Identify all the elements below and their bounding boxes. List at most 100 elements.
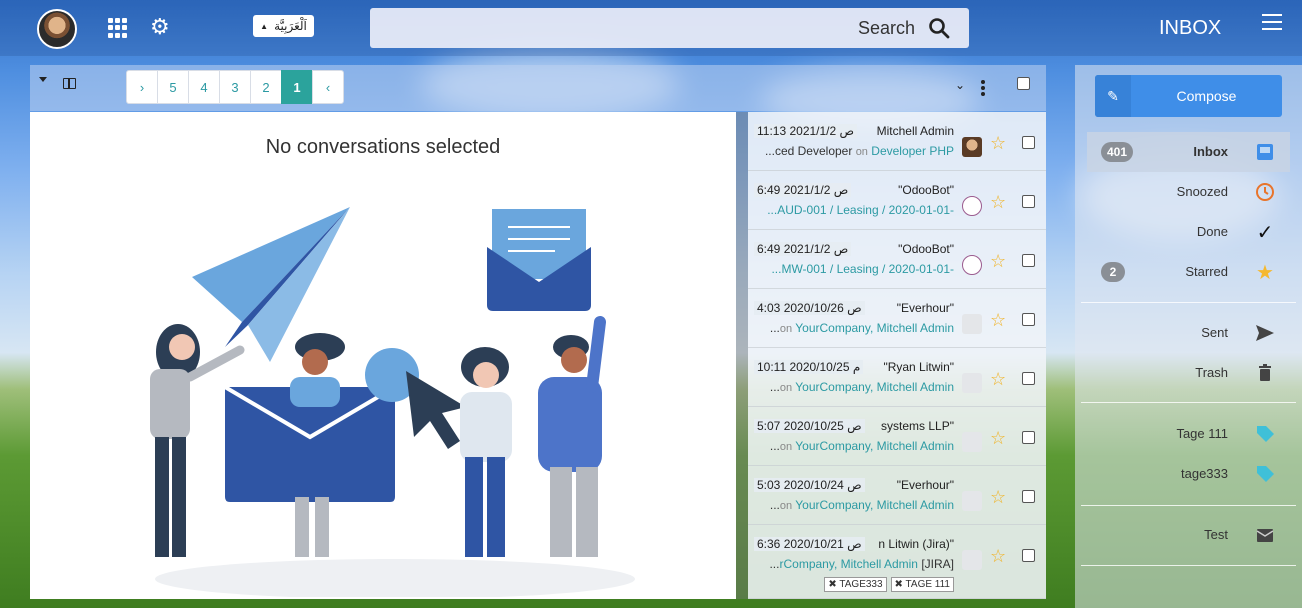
hamburger-menu-icon[interactable] [1262, 14, 1282, 30]
subject-on: on [779, 500, 793, 512]
star-outline-icon[interactable]: ☆ [990, 251, 1006, 272]
pager-page-2[interactable]: 2 [250, 70, 282, 104]
compose-button[interactable]: ✎ Compose [1095, 75, 1282, 117]
sidebar-item-snoozed[interactable]: Snoozed [1087, 172, 1290, 212]
split-view-icon[interactable] [63, 78, 76, 89]
row-checkbox[interactable] [1022, 549, 1035, 562]
select-all-checkbox[interactable] [1017, 77, 1030, 90]
message-row[interactable]: 11:13 2021/1/2 ص Mitchell Admin ...ced D… [748, 112, 1046, 171]
more-options-icon[interactable] [981, 80, 985, 96]
subject-link[interactable]: YourCompany, Mitchell Admin [795, 380, 954, 394]
sidebar-item-trash[interactable]: Trash [1087, 353, 1290, 393]
star-outline-icon[interactable]: ☆ [990, 133, 1006, 154]
sidebar-item-test[interactable]: Test [1087, 515, 1290, 555]
message-row[interactable]: 6:36 2020/10/21 ص n Litwin (Jira)" ...rC… [748, 525, 1046, 599]
sidebar-item-done[interactable]: Done ✓ [1087, 212, 1290, 252]
message-sender: Mitchell Admin [876, 124, 954, 138]
subject-prefix: ... [769, 557, 780, 571]
star-outline-icon[interactable]: ☆ [990, 428, 1006, 449]
pager-next[interactable]: › [126, 70, 158, 104]
search-bar[interactable]: Search [370, 8, 969, 48]
search-icon[interactable] [927, 16, 951, 40]
row-checkbox[interactable] [1022, 136, 1035, 149]
star-outline-icon[interactable]: ☆ [990, 310, 1006, 331]
pager-page-1[interactable]: 1 [281, 70, 313, 104]
row-checkbox[interactable] [1022, 313, 1035, 326]
sidebar-item-tage333[interactable]: tage333 [1087, 454, 1290, 494]
message-subject: ...rCompany, Mitchell Admin [JIRA] [769, 557, 954, 571]
row-checkbox[interactable] [1022, 372, 1035, 385]
odoobot-avatar [962, 196, 982, 216]
tag-list: ✖ TAGE333 ✖ TAGE 111 [824, 577, 954, 592]
caret-down-icon[interactable] [39, 77, 47, 82]
pager-page-5[interactable]: 5 [157, 70, 189, 104]
subject-link[interactable]: YourCompany, Mitchell Admin [795, 439, 954, 453]
pager-page-3[interactable]: 3 [219, 70, 251, 104]
pagination: › 5 4 3 2 1 ‹ [126, 70, 344, 104]
subject-suffix: [JIRA] [917, 557, 954, 571]
message-row[interactable]: 4:03 2020/10/26 ص "Everhour" ...on YourC… [748, 289, 1046, 348]
subject-link[interactable]: YourCompany, Mitchell Admin [795, 498, 954, 512]
inbox-icon [1254, 141, 1276, 163]
subject-link[interactable]: Developer PHP [871, 144, 954, 158]
message-list: 11:13 2021/1/2 ص Mitchell Admin ...ced D… [748, 112, 1046, 599]
user-avatar[interactable] [37, 9, 77, 49]
star-outline-icon[interactable]: ☆ [990, 369, 1006, 390]
message-date: 5:03 2020/10/24 ص [754, 478, 865, 492]
sidebar-divider [1081, 565, 1296, 566]
sidebar: ✎ Compose 401 Inbox Snoozed Done ✓ 2 Sta… [1075, 65, 1302, 608]
message-row[interactable]: 5:07 2020/10/25 ص systems LLP" ...on You… [748, 407, 1046, 466]
message-sender: systems LLP" [881, 419, 954, 433]
main-panel: › 5 4 3 2 1 ‹ ⌄ No conversations selecte… [30, 65, 1046, 599]
subject-link[interactable]: rCompany, Mitchell Admin [779, 557, 918, 571]
subject-link[interactable]: YourCompany, Mitchell Admin [795, 321, 954, 335]
message-date: 4:03 2020/10/26 ص [754, 301, 865, 315]
top-bar: ⚙ ▲ اَلْعَرَبِيَّة Search INBOX [0, 0, 1302, 56]
sidebar-item-tage-111[interactable]: Tage 111 [1087, 414, 1290, 454]
subject-prefix: ... [769, 380, 780, 394]
subject-link[interactable]: ...AUD-001 / Leasing / 2020-01-01- [767, 203, 954, 217]
sidebar-item-label: Sent [1201, 325, 1228, 340]
row-checkbox[interactable] [1022, 254, 1035, 267]
message-sender: "OdooBot" [898, 183, 954, 197]
message-row[interactable]: 10:11 2020/10/25 م "Ryan Litwin" ...on Y… [748, 348, 1046, 407]
row-checkbox[interactable] [1022, 490, 1035, 503]
chevron-down-icon[interactable]: ⌄ [955, 78, 965, 92]
preview-pane: No conversations selected [30, 112, 736, 599]
pager-page-4[interactable]: 4 [188, 70, 220, 104]
message-date: 6:49 2021/1/2 ص [754, 242, 852, 256]
star-outline-icon[interactable]: ☆ [990, 546, 1006, 567]
language-label: اَلْعَرَبِيَّة [274, 19, 307, 33]
message-sender: n Litwin (Jira)" [878, 537, 954, 551]
page-title: INBOX [1159, 17, 1222, 39]
scrollbar[interactable] [736, 112, 748, 599]
tag-chip[interactable]: ✖ TAGE333 [824, 577, 887, 592]
tag-chip[interactable]: ✖ TAGE 111 [890, 577, 954, 592]
subject-link[interactable]: ...MW-001 / Leasing / 2020-01-01- [771, 262, 954, 276]
caret-up-icon: ▲ [260, 21, 269, 31]
message-subject: ...ced Developer on Developer PHP [765, 144, 954, 158]
row-checkbox[interactable] [1022, 431, 1035, 444]
subject-on: on [779, 382, 793, 394]
language-selector[interactable]: ▲ اَلْعَرَبِيَّة [253, 15, 314, 37]
sidebar-item-label: Snoozed [1176, 184, 1228, 199]
apps-grid-icon[interactable] [108, 18, 128, 38]
star-outline-icon[interactable]: ☆ [990, 192, 1006, 213]
sidebar-item-label: Inbox [1193, 144, 1228, 159]
message-row[interactable]: 5:03 2020/10/24 ص "Everhour" ...on YourC… [748, 466, 1046, 525]
sidebar-divider [1081, 302, 1296, 303]
sidebar-item-starred[interactable]: 2 Starred ★ [1087, 252, 1290, 292]
subject-prefix: ... [769, 439, 780, 453]
sidebar-item-inbox[interactable]: 401 Inbox [1087, 132, 1290, 172]
message-row[interactable]: 6:49 2021/1/2 ص "OdooBot" ...AUD-001 / L… [748, 171, 1046, 230]
clock-icon [1254, 181, 1276, 203]
message-row[interactable]: 6:49 2021/1/2 ص "OdooBot" ...MW-001 / Le… [748, 230, 1046, 289]
message-date: 10:11 2020/10/25 م [754, 360, 864, 374]
mailbox-icon [1254, 524, 1276, 546]
odoobot-avatar [962, 255, 982, 275]
star-outline-icon[interactable]: ☆ [990, 487, 1006, 508]
row-checkbox[interactable] [1022, 195, 1035, 208]
sidebar-item-sent[interactable]: Sent [1087, 313, 1290, 353]
pager-prev[interactable]: ‹ [312, 70, 344, 104]
gear-icon[interactable]: ⚙ [150, 16, 170, 38]
